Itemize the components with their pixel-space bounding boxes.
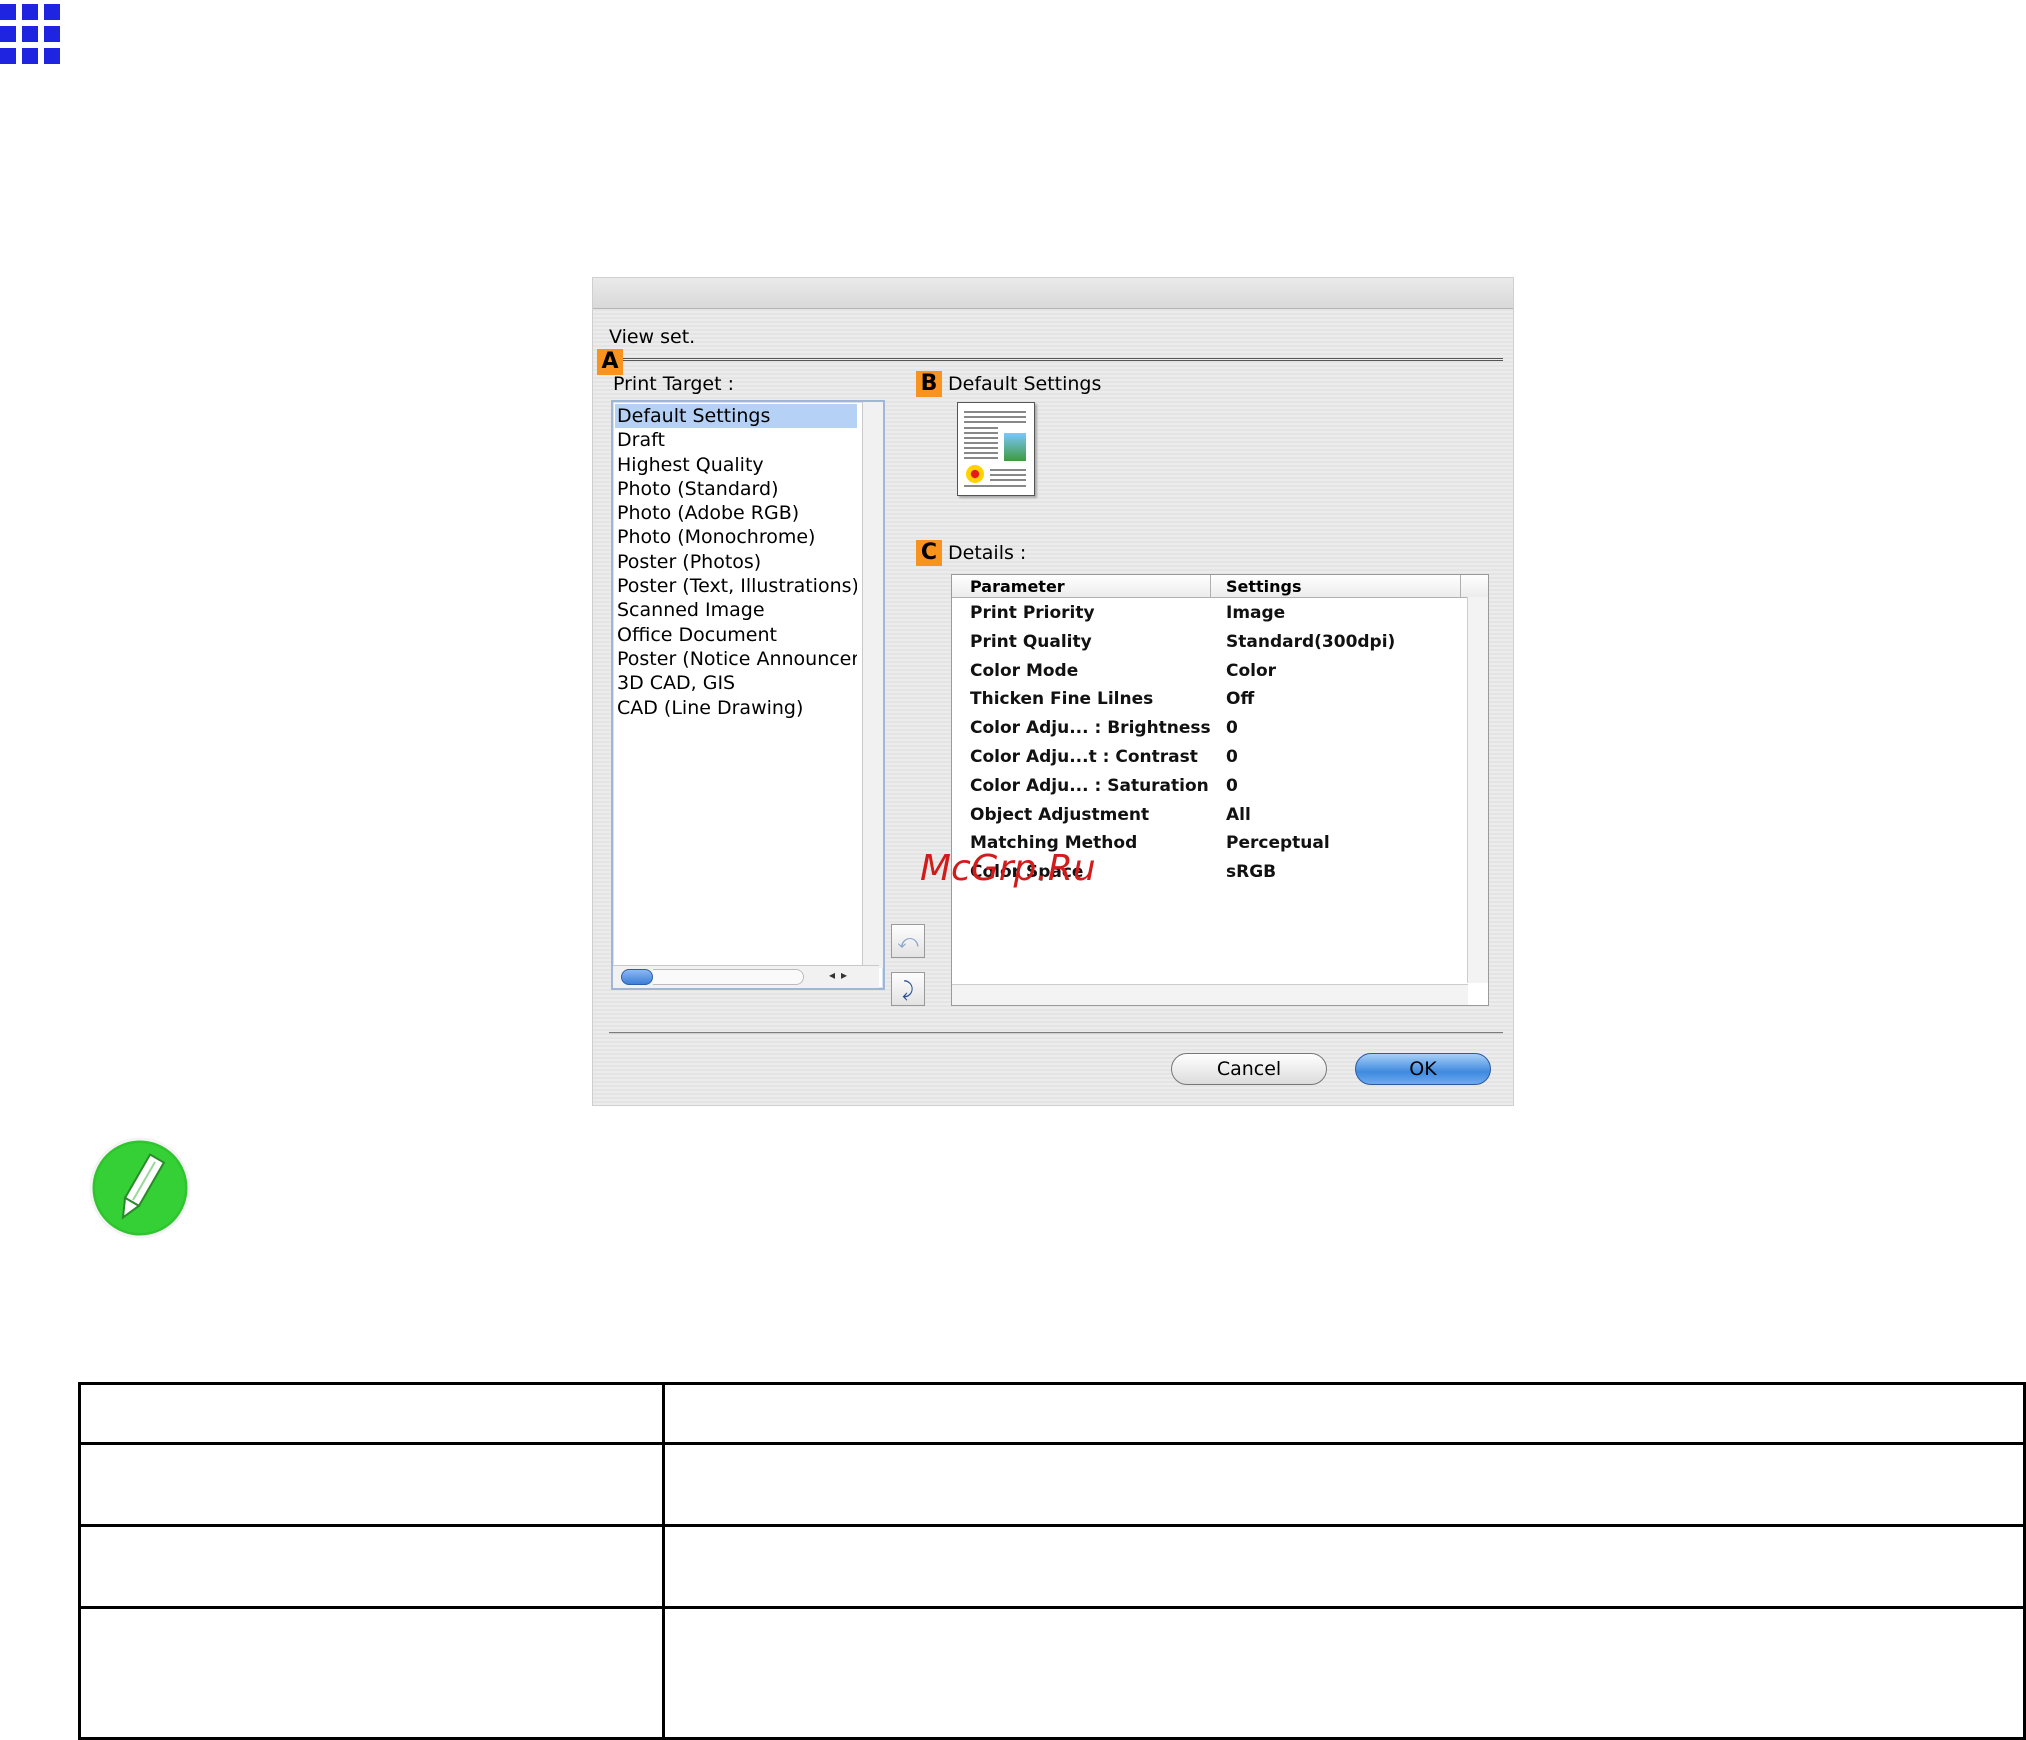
parameter-cell: Color Adju... : Saturation bbox=[970, 775, 1209, 796]
restore-settings-icon[interactable]: ⤺ bbox=[891, 924, 925, 958]
scroll-track bbox=[653, 969, 804, 985]
print-target-items: Default Settings Draft Highest Quality Phot… bbox=[615, 404, 857, 964]
column-header-settings[interactable]: Settings bbox=[1226, 577, 1302, 596]
scroll-thumb[interactable] bbox=[621, 969, 653, 985]
print-target-item[interactable]: Poster (Photos) bbox=[615, 550, 857, 574]
print-target-item[interactable]: Poster (Notice Announcer bbox=[615, 647, 857, 671]
document-table bbox=[78, 1382, 2026, 1740]
default-settings-label: Default Settings bbox=[948, 373, 1102, 395]
view-set-label: View set. bbox=[609, 326, 696, 348]
parameter-cell: Print Priority bbox=[970, 603, 1095, 623]
grid-menu-icon[interactable] bbox=[0, 4, 60, 66]
print-target-item[interactable]: Photo (Adobe RGB) bbox=[615, 501, 857, 525]
preview-thumbnail-icon bbox=[957, 402, 1035, 496]
setting-value-cell: All bbox=[1226, 804, 1251, 825]
print-target-item[interactable]: Photo (Standard) bbox=[615, 477, 857, 501]
setting-value-cell: 0 bbox=[1226, 718, 1238, 739]
setting-value-cell: Color bbox=[1226, 660, 1277, 681]
ok-button[interactable]: OK bbox=[1355, 1053, 1491, 1085]
print-target-item[interactable]: Office Document bbox=[615, 623, 857, 647]
parameter-cell: Thicken Fine Lilnes bbox=[970, 689, 1154, 710]
parameter-cell: Color Adju...t : Contrast bbox=[970, 747, 1198, 767]
print-target-item[interactable]: Poster (Text, Illustrations) bbox=[615, 574, 857, 598]
apply-settings-icon[interactable]: ⤸ bbox=[891, 972, 925, 1006]
print-target-item[interactable]: Default Settings bbox=[615, 404, 857, 429]
print-target-item[interactable]: Photo (Monochrome) bbox=[615, 525, 857, 549]
setting-value-cell: Perceptual bbox=[1226, 833, 1330, 854]
pencil-note-icon bbox=[89, 1137, 191, 1239]
details-table-header: Parameter Settings bbox=[952, 575, 1488, 598]
cancel-button[interactable]: Cancel bbox=[1171, 1053, 1327, 1085]
view-set-dialog: View set. A Print Target : Default Setti… bbox=[592, 277, 1514, 1106]
callout-badge-a: A bbox=[597, 349, 623, 375]
dialog-titlebar[interactable] bbox=[593, 278, 1513, 309]
watermark-text: McGrp.Ru bbox=[920, 848, 1096, 889]
footer-separator bbox=[609, 1032, 1503, 1034]
parameter-cell: Object Adjustment bbox=[970, 804, 1150, 825]
list-vertical-scrollbar[interactable] bbox=[862, 402, 883, 968]
print-target-listbox[interactable]: Default Settings Draft Highest Quality Phot… bbox=[611, 400, 885, 990]
print-target-label: Print Target : bbox=[613, 373, 734, 395]
setting-value-cell: 0 bbox=[1226, 775, 1238, 796]
parameter-cell: Print Quality bbox=[970, 631, 1092, 652]
column-header-parameter[interactable]: Parameter bbox=[970, 577, 1065, 596]
print-target-item[interactable]: 3D CAD, GIS bbox=[615, 671, 857, 695]
setting-value-cell: 0 bbox=[1226, 747, 1238, 767]
callout-badge-c: C bbox=[916, 540, 942, 566]
setting-value-cell: sRGB bbox=[1226, 862, 1277, 883]
parameter-cell: Color Mode bbox=[970, 660, 1079, 681]
details-horizontal-scrollbar[interactable] bbox=[952, 984, 1468, 1005]
details-vertical-scrollbar[interactable] bbox=[1467, 597, 1488, 983]
header-separator bbox=[609, 358, 1503, 361]
setting-value-cell: Image bbox=[1226, 603, 1286, 623]
setting-value-cell: Standard(300dpi) bbox=[1226, 631, 1396, 652]
print-target-item[interactable]: Highest Quality bbox=[615, 453, 857, 477]
scroll-arrows-icon[interactable]: ◂▸ bbox=[829, 968, 853, 982]
parameter-cell: Color Adju... : Brightness bbox=[970, 718, 1211, 739]
print-target-item[interactable]: Scanned Image bbox=[615, 598, 857, 622]
print-target-item[interactable]: CAD (Line Drawing) bbox=[615, 696, 857, 720]
details-table: Parameter Settings Print Priority Image Pr… bbox=[951, 574, 1489, 1006]
callout-badge-b: B bbox=[916, 371, 942, 397]
print-target-item[interactable]: Draft bbox=[615, 428, 857, 452]
list-horizontal-scrollbar[interactable]: ◂▸ bbox=[613, 965, 879, 988]
details-label: Details : bbox=[948, 542, 1027, 564]
setting-value-cell: Off bbox=[1226, 689, 1255, 710]
